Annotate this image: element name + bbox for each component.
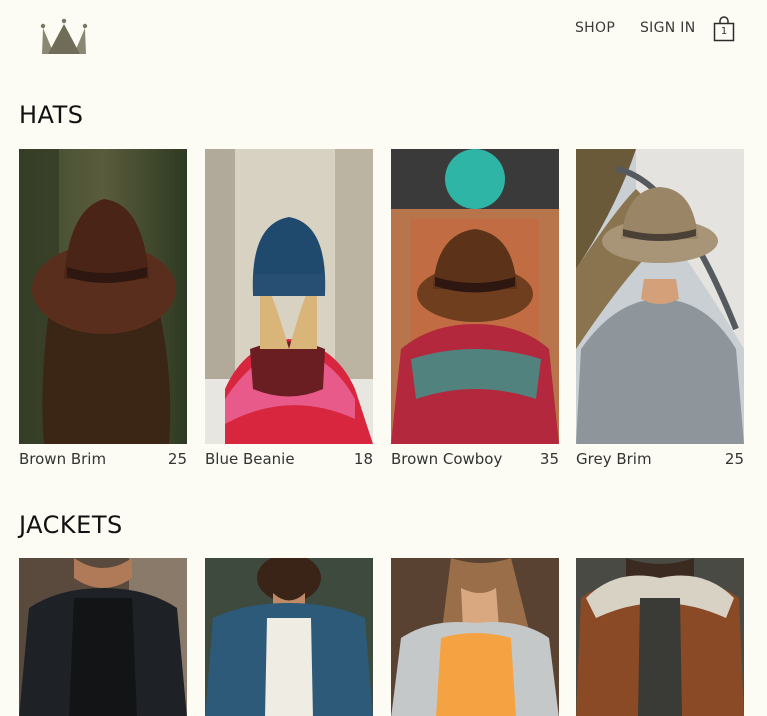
product-card[interactable]: Grey Brim 25 — [576, 149, 744, 468]
product-card[interactable] — [576, 558, 744, 716]
product-image[interactable] — [576, 149, 744, 444]
nav-signin-link[interactable]: SIGN IN — [640, 20, 696, 36]
product-image[interactable] — [391, 149, 559, 444]
product-image[interactable] — [205, 558, 373, 716]
product-card[interactable] — [205, 558, 373, 716]
product-card[interactable]: Brown Cowboy 35 — [391, 149, 559, 468]
section-title-jackets[interactable]: JACKETS — [19, 511, 123, 539]
product-price: 18 — [353, 450, 373, 468]
product-price: 35 — [539, 450, 559, 468]
product-price: 25 — [167, 450, 187, 468]
product-card[interactable] — [391, 558, 559, 716]
product-image[interactable] — [391, 558, 559, 716]
product-card[interactable]: Blue Beanie 18 — [205, 149, 373, 468]
product-price: 25 — [724, 450, 744, 468]
product-name: Grey Brim — [576, 450, 652, 468]
product-name: Blue Beanie — [205, 450, 295, 468]
product-name: Brown Cowboy — [391, 450, 503, 468]
product-image[interactable] — [19, 558, 187, 716]
cart-button[interactable]: 1 — [712, 16, 736, 42]
product-name: Brown Brim — [19, 450, 107, 468]
section-title-hats[interactable]: HATS — [19, 101, 84, 129]
product-card[interactable]: Brown Brim 25 — [19, 149, 187, 468]
nav-shop-link[interactable]: SHOP — [575, 20, 615, 36]
product-image[interactable] — [576, 558, 744, 716]
crown-logo-icon[interactable] — [40, 18, 88, 56]
product-card[interactable] — [19, 558, 187, 716]
product-image[interactable] — [205, 149, 373, 444]
site-header: SHOP SIGN IN 1 — [0, 0, 767, 70]
cart-count: 1 — [720, 26, 728, 37]
product-image[interactable] — [19, 149, 187, 444]
